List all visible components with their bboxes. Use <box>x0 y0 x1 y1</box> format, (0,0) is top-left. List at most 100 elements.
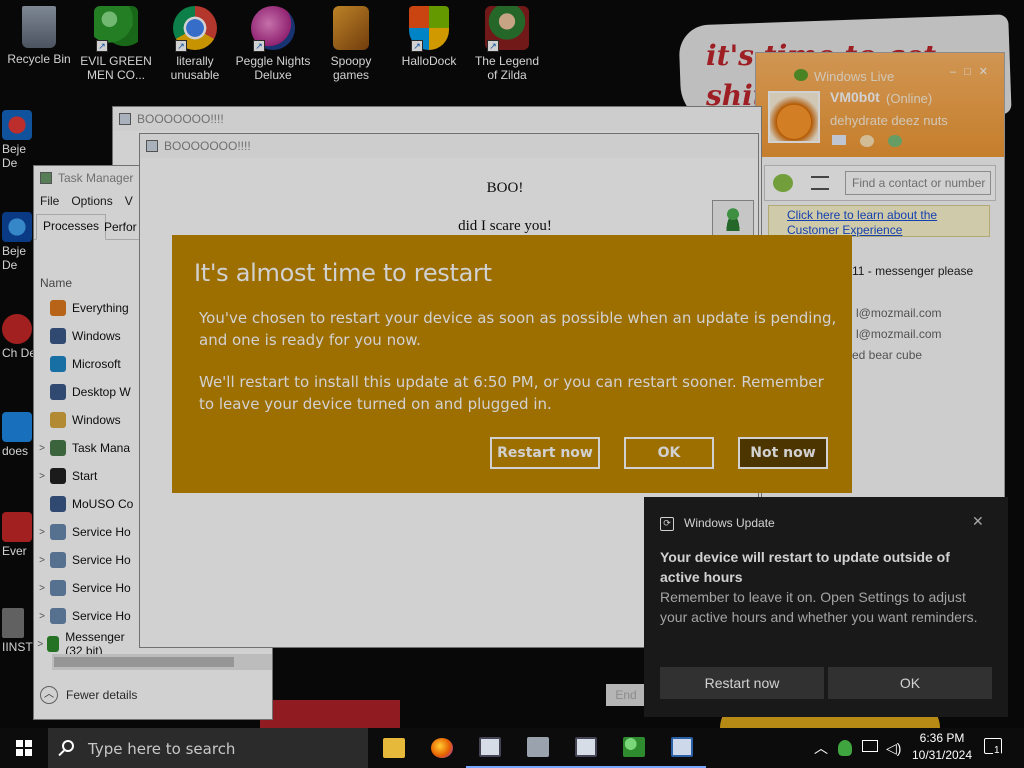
tab-performance[interactable]: Perfor <box>104 220 137 234</box>
process-row[interactable]: Everything <box>34 294 144 322</box>
fewer-details-button[interactable]: ︿ Fewer details <box>40 686 137 704</box>
mail-icon[interactable] <box>832 135 846 145</box>
process-icon <box>50 384 66 400</box>
process-name: Service Ho <box>72 609 131 623</box>
process-row[interactable]: Microsoft <box>34 350 144 378</box>
process-row[interactable]: Desktop W <box>34 378 144 406</box>
spaces-icon[interactable] <box>860 135 874 147</box>
process-icon <box>50 468 66 484</box>
taskbar-window-app[interactable] <box>466 728 514 768</box>
peggle-icon: ↗ <box>251 6 295 52</box>
news-icon[interactable] <box>888 135 902 147</box>
tray-chevron-icon[interactable]: ︿ <box>814 738 828 758</box>
process-icon <box>50 608 66 624</box>
start-button[interactable] <box>0 728 48 768</box>
action-center-button[interactable]: 1 <box>984 738 1002 756</box>
clock-date[interactable]: 10/31/2024 <box>910 748 974 762</box>
process-row[interactable]: > Service Ho <box>34 574 144 602</box>
bejeweled-icon <box>2 110 32 140</box>
process-row[interactable]: > Service Ho <box>34 518 144 546</box>
taskbar-app-2[interactable] <box>514 728 562 768</box>
messenger-status[interactable]: (Online) <box>886 91 932 106</box>
taskbar-file-explorer[interactable] <box>370 728 418 768</box>
messenger-window-controls[interactable]: –□✕ <box>950 65 996 78</box>
desktop-icon-does[interactable]: does <box>2 412 36 458</box>
taskbar-messenger[interactable] <box>610 728 658 768</box>
tab-processes[interactable]: Processes <box>36 214 107 240</box>
toast-ok-button[interactable]: OK <box>828 667 992 699</box>
desktop-icon-bejeweled-1[interactable]: Beje De <box>2 110 36 170</box>
expand-chevron-icon[interactable]: > <box>34 527 50 538</box>
expand-chevron-icon[interactable]: > <box>34 611 50 622</box>
messenger-contact-tile[interactable] <box>712 200 754 236</box>
contact-item[interactable]: l@mozmail.com <box>856 327 942 341</box>
menu-file[interactable]: File <box>40 194 59 208</box>
recycle-bin-icon <box>22 6 56 48</box>
boo-window-back-titlebar[interactable]: BOOOOOOO!!!! <box>113 107 761 131</box>
zilda-icon: ↗ <box>485 6 529 52</box>
process-row[interactable]: > Task Mana <box>34 434 144 462</box>
desktop-icon-install[interactable]: IINST <box>2 608 36 654</box>
process-row[interactable]: > Service Ho <box>34 602 144 630</box>
taskbar-search[interactable]: Type here to search <box>48 728 368 768</box>
avatar[interactable] <box>768 91 820 143</box>
contact-item[interactable]: 11 - messenger please <box>852 264 973 278</box>
desktop-icon-recycle-bin[interactable]: Recycle Bin <box>1 6 77 66</box>
process-row[interactable]: MoUSO Co <box>34 490 144 518</box>
contact-item[interactable]: l@mozmail.com <box>856 306 942 320</box>
clock-time[interactable]: 6:36 PM <box>912 731 972 745</box>
contact-item[interactable]: ed bear cube <box>852 348 922 362</box>
messenger-personal-message[interactable]: dehydrate deez nuts <box>830 113 948 128</box>
menu-view[interactable]: V <box>125 194 133 208</box>
close-icon[interactable]: ✕ <box>972 513 984 530</box>
process-row[interactable]: > Service Ho <box>34 546 144 574</box>
menu-options[interactable]: Options <box>71 194 112 208</box>
horizontal-scrollbar[interactable] <box>52 654 272 670</box>
desktop-icon-legend-of-zilda[interactable]: ↗ The Legend of Zilda <box>469 6 545 82</box>
expand-chevron-icon[interactable]: > <box>34 443 50 454</box>
network-icon[interactable] <box>862 740 878 752</box>
end-task-label: End <box>615 688 637 702</box>
windows-update-toast: ⟳ Windows Update ✕ Your device will rest… <box>644 497 1008 717</box>
expand-chevron-icon[interactable]: > <box>34 639 47 650</box>
file-explorer-icon <box>383 738 405 758</box>
desktop-icon-chrome[interactable]: ↗ literally unusable <box>157 6 233 82</box>
desktop-icon-evil-green-men[interactable]: ↗ EVIL GREEN MEN CO... <box>78 6 154 82</box>
desktop-icon-peggle[interactable]: ↗ Peggle Nights Deluxe <box>235 6 311 82</box>
process-row[interactable]: Windows <box>34 406 144 434</box>
messenger-quick-icons[interactable] <box>832 135 902 147</box>
volume-icon[interactable]: ◁) <box>886 740 901 757</box>
boo-window-front-titlebar[interactable]: BOOOOOOO!!!! <box>140 134 758 158</box>
desktop-icon-hallodock[interactable]: ↗ HalloDock <box>391 6 467 68</box>
bejeweled-icon <box>2 212 32 242</box>
desktop-icon-chrome-dev[interactable]: Ch De <box>2 314 36 360</box>
toast-restart-now-button[interactable]: Restart now <box>660 667 824 699</box>
not-now-button[interactable]: Not now <box>738 437 828 469</box>
restart-now-button[interactable]: Restart now <box>490 437 600 469</box>
restart-dialog: It's almost time to restart You've chose… <box>172 235 852 493</box>
desktop-icon-ever[interactable]: Ever <box>2 512 36 558</box>
installer-icon <box>2 608 24 638</box>
dialog-title: It's almost time to restart <box>194 259 492 287</box>
task-manager-menu: File Options V <box>40 194 133 208</box>
tray-messenger-icon[interactable] <box>838 740 852 756</box>
task-manager-icon <box>671 737 693 757</box>
desktop-icon-bejeweled-2[interactable]: Beje De <box>2 212 36 272</box>
process-name: Windows <box>72 329 121 343</box>
expand-chevron-icon[interactable]: > <box>34 471 50 482</box>
search-icon-handle <box>58 749 65 757</box>
process-row[interactable]: Windows <box>34 322 144 350</box>
process-name: Service Ho <box>72 581 131 595</box>
ok-button[interactable]: OK <box>624 437 714 469</box>
taskbar-firefox[interactable] <box>418 728 466 768</box>
taskbar-task-manager[interactable] <box>658 728 706 768</box>
process-row[interactable]: > Start <box>34 462 144 490</box>
expand-chevron-icon[interactable]: > <box>34 583 50 594</box>
column-header-name[interactable]: Name <box>40 276 72 290</box>
expand-chevron-icon[interactable]: > <box>34 555 50 566</box>
taskbar-app-3[interactable] <box>562 728 610 768</box>
end-task-button[interactable]: End <box>606 684 646 706</box>
boo-text: did I scare you! <box>458 218 552 234</box>
process-icon <box>50 356 66 372</box>
desktop-icon-spoopy-games[interactable]: Spoopy games <box>313 6 389 82</box>
